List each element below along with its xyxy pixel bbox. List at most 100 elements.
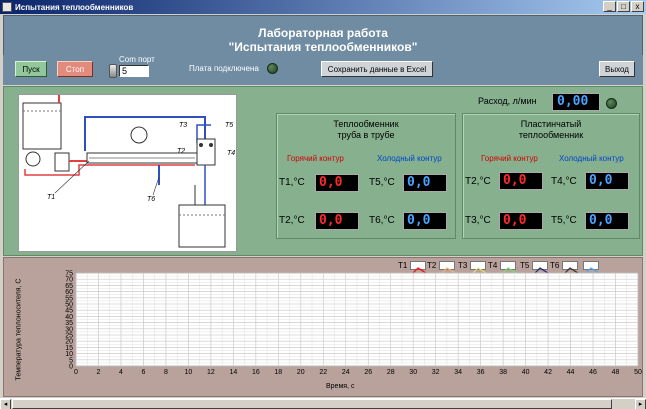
x-tick-label: 12 [207, 369, 215, 376]
plate-hx-title1: Пластинчатый [520, 119, 582, 129]
x-tick-label: 30 [409, 369, 417, 376]
plate-hx-cold-label: Холодный контур [559, 154, 624, 163]
x-tick-label: 26 [364, 369, 372, 376]
y-tick-label: 5 [69, 357, 73, 364]
x-tick-label: 0 [74, 369, 78, 376]
toolbar: Пуск Стоп Com порт 5 Плата подключена Со… [3, 55, 643, 85]
flow-status-led-icon [606, 98, 617, 109]
window-title: Испытания теплообменников [15, 2, 134, 12]
board-status-label: Плата подключена [189, 64, 259, 73]
x-tick-label: 10 [185, 369, 193, 376]
exit-button[interactable]: Выход [599, 61, 635, 77]
x-tick-label: 20 [297, 369, 305, 376]
plate-hx-hot-label: Горячий контур [481, 154, 538, 163]
x-tick-label: 18 [274, 369, 282, 376]
x-tick-label: 36 [477, 369, 485, 376]
com-port-input[interactable]: 5 [119, 65, 149, 77]
y-tick-label: 40 [65, 314, 73, 321]
chart-panel: T1 T2 T3 T4 T5 T6 Температура теплоносителя, … [3, 257, 643, 397]
plate-hx-param-label: T4,°C [551, 176, 577, 187]
y-tick-label: 65 [65, 283, 73, 290]
flow-value-display: 0,00 [552, 93, 600, 111]
diagram-label-t2: T2 [177, 148, 185, 155]
tube-hx-t2-display: 0,0 [315, 212, 359, 230]
tube-hx-param-label: T2,°C [279, 215, 305, 226]
main-panel: T1 T2 T3 T4 T5 T6 Расход, л/мин 0,00 Теп… [3, 86, 643, 256]
com-port-label: Com порт [119, 55, 155, 64]
tube-hx-panel: Теплообменник труба в трубе Горячий конт… [276, 113, 456, 239]
x-tick-label: 42 [544, 369, 552, 376]
y-tick-label: 10 [65, 351, 73, 358]
y-tick-label: 45 [65, 308, 73, 315]
x-tick-label: 22 [319, 369, 327, 376]
y-tick-label: 55 [65, 295, 73, 302]
x-tick-label: 46 [589, 369, 597, 376]
tube-hx-title2: труба в трубе [337, 130, 395, 140]
x-tick-label: 28 [387, 369, 395, 376]
tube-hx-t6-display: 0,0 [403, 212, 447, 230]
app-window: Испытания теплообменников _ □ x Лаборато… [0, 0, 646, 409]
y-tick-label: 50 [65, 302, 73, 309]
diagram-label-t1: T1 [47, 194, 55, 201]
x-tick-label: 48 [612, 369, 620, 376]
x-tick-label: 8 [164, 369, 168, 376]
plate-hx-t5-display: 0,0 [585, 212, 629, 230]
x-tick-label: 2 [97, 369, 101, 376]
x-tick-label: 40 [522, 369, 530, 376]
diagram-label-t3: T3 [179, 122, 187, 129]
page-title-line2: "Испытания теплообменников" [228, 40, 418, 54]
temperature-chart: 0 2 4 6 8 10 12 14 16 18 20 22 24 26 28 30 32 34 36 38 40 42 4… [65, 271, 642, 377]
y-tick-label: 0 [69, 364, 73, 371]
x-tick-label: 16 [252, 369, 260, 376]
start-button[interactable]: Пуск [15, 61, 47, 77]
y-tick-label: 30 [65, 326, 73, 333]
start-label: Пуск [22, 64, 40, 74]
horizontal-scrollbar[interactable]: ◂ ▸ [0, 398, 646, 409]
scroll-right-icon[interactable]: ▸ [635, 399, 646, 409]
com-port-stepper[interactable] [109, 64, 117, 78]
tube-hx-t1-display: 0,0 [315, 174, 359, 192]
x-tick-label: 32 [432, 369, 440, 376]
tube-hx-title1: Теплообменник [333, 119, 399, 129]
flow-label: Расход, л/мин [478, 96, 537, 106]
app-icon [2, 2, 12, 12]
page-title-line1: Лабораторная работа [258, 26, 388, 40]
stop-label: Стоп [65, 64, 85, 74]
diagram-label-t4: T4 [227, 150, 235, 157]
scroll-thumb[interactable] [12, 399, 612, 409]
close-button[interactable]: x [631, 1, 644, 12]
y-tick-label: 25 [65, 333, 73, 340]
diagram-label-t6: T6 [147, 196, 155, 203]
y-tick-label: 20 [65, 339, 73, 346]
scroll-left-icon[interactable]: ◂ [0, 399, 11, 409]
x-tick-label: 38 [499, 369, 507, 376]
diagram-label-t5: T5 [225, 122, 233, 129]
y-tick-label: 75 [65, 271, 73, 278]
stop-button[interactable]: Стоп [57, 61, 93, 77]
plate-hx-param-label: T3,°C [465, 215, 491, 226]
x-tick-label: 24 [342, 369, 350, 376]
save-excel-button[interactable]: Сохранить данные в Excel [321, 61, 433, 77]
tube-hx-hot-label: Горячий контур [287, 154, 344, 163]
maximize-button[interactable]: □ [617, 1, 630, 12]
x-tick-label: 34 [454, 369, 462, 376]
x-tick-label: 6 [141, 369, 145, 376]
tube-hx-param-label: T6,°C [369, 215, 395, 226]
schematic-image: T1 T2 T3 T4 T5 T6 [22, 93, 235, 248]
x-tick-label: 4 [119, 369, 123, 376]
x-tick-label: 50 [634, 369, 642, 376]
title-bar: Испытания теплообменников _ □ x [0, 0, 646, 14]
x-tick-label: 14 [229, 369, 237, 376]
plate-hx-param-label: T2,°C [465, 176, 491, 187]
plate-hx-title2: теплообменник [518, 130, 584, 140]
x-tick-label: 44 [567, 369, 575, 376]
chart-x-axis-label: Время, с [326, 383, 355, 390]
minimize-button[interactable]: _ [603, 1, 616, 12]
plate-hx-param-label: T5,°C [551, 215, 577, 226]
y-tick-label: 60 [65, 289, 73, 296]
y-tick-label: 15 [65, 345, 73, 352]
tube-hx-param-label: T1,°C [279, 177, 305, 188]
plate-hx-panel: Пластинчатый теплообменник Горячий конту… [462, 113, 640, 239]
plate-hx-t4-display: 0,0 [585, 172, 629, 190]
setup-diagram: T1 T2 T3 T4 T5 T6 [18, 93, 237, 252]
